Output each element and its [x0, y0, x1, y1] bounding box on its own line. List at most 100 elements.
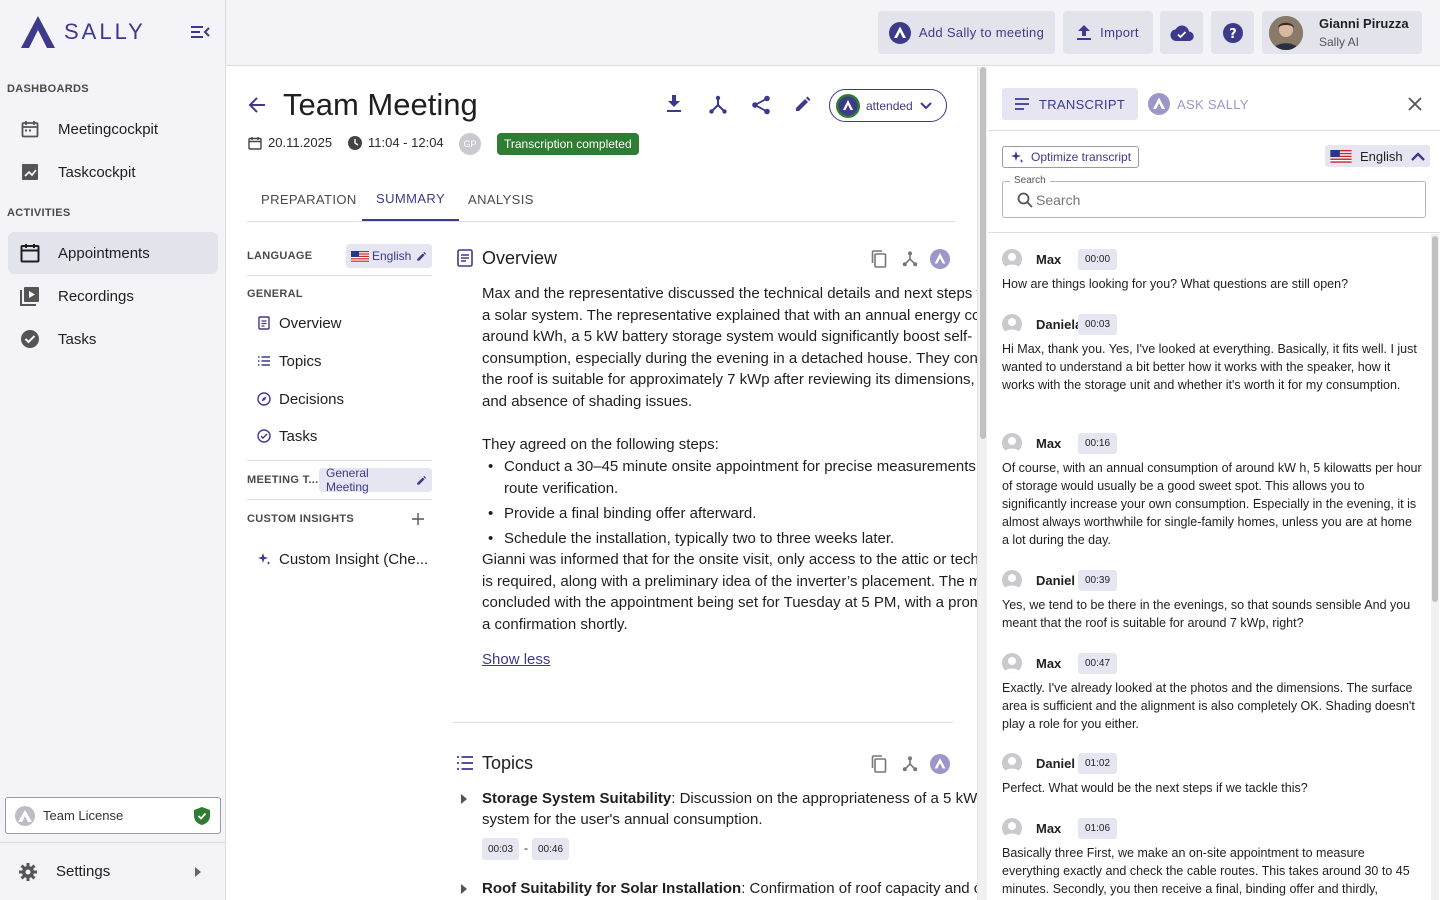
user-menu[interactable]: Gianni Piruzza Sally AI: [1262, 11, 1422, 54]
language-label: LANGUAGE: [247, 250, 313, 262]
scrollbar-thumb[interactable]: [1432, 236, 1438, 602]
scrollbar-thumb[interactable]: [980, 67, 986, 439]
list-item: Conduct a 30–45 minute onsite appointmen…: [488, 456, 977, 499]
compass-icon: [257, 392, 271, 406]
transcript-panel: TRANSCRIPT ASK SALLY Optimize transcript…: [988, 67, 1440, 900]
workflow-icon[interactable]: [902, 251, 918, 267]
logo[interactable]: SALLY: [18, 14, 146, 50]
timestamp-chip[interactable]: 01:06: [1078, 817, 1118, 839]
transcript-message: Max 00:00 How are things looking for you? …: [1002, 248, 1422, 293]
divider: [453, 722, 953, 723]
speaker-avatar: [1002, 314, 1022, 334]
sidebar-item-label: Meetingcockpit: [58, 120, 159, 138]
tab-analysis[interactable]: ANALYSIS: [454, 177, 548, 221]
overview-line: a solar system. The representative expla…: [482, 306, 977, 324]
help-button[interactable]: ?: [1211, 11, 1254, 54]
sidebar-item-label: Recordings: [58, 287, 134, 305]
check-circle-outline-icon: [257, 429, 271, 443]
sparkle-icon: [1010, 150, 1024, 164]
timestamp-chip[interactable]: 00:39: [1078, 569, 1118, 591]
timestamp-chip[interactable]: 00:16: [1078, 432, 1118, 454]
help-icon: ?: [1222, 22, 1243, 43]
transcript-message: Max 00:47 Exactly. I've already looked at …: [1002, 652, 1422, 733]
sidebar-item-appointments[interactable]: Appointments: [8, 232, 218, 274]
clock-icon: [348, 135, 362, 150]
download-icon[interactable]: [666, 95, 686, 115]
ask-sally-icon[interactable]: [930, 754, 950, 774]
topic-item: Storage System Suitability: Discussion o…: [482, 790, 977, 807]
meeting-type-label: MEETING T...: [247, 474, 319, 486]
transcript-scrollbar[interactable]: [1431, 234, 1439, 900]
workflow-icon[interactable]: [708, 95, 728, 115]
copy-icon[interactable]: [871, 755, 887, 773]
overview-line: concluded with the appointment being set…: [482, 594, 977, 612]
tab-transcript[interactable]: TRANSCRIPT: [1002, 88, 1139, 120]
timestamp-chip[interactable]: 00:03: [1078, 313, 1118, 335]
settings-item[interactable]: Settings: [0, 842, 225, 900]
sidebar-item-tasks[interactable]: Tasks: [8, 318, 218, 360]
sidebar-item-taskcockpit[interactable]: Taskcockpit: [8, 151, 218, 193]
sally-logo-icon: [1148, 93, 1170, 115]
summary-nav-topics[interactable]: Topics: [257, 346, 322, 376]
us-flag-icon: [351, 250, 369, 262]
chevron-right-icon[interactable]: [461, 884, 467, 894]
back-arrow-icon[interactable]: [248, 97, 266, 113]
speaker-name: Max: [1036, 655, 1062, 671]
meeting-type-chip-label: General Meeting: [326, 466, 369, 494]
chevron-right-icon: [195, 866, 201, 877]
show-less-link[interactable]: Show less: [482, 651, 550, 668]
close-icon[interactable]: [1408, 97, 1422, 111]
attendance-dropdown[interactable]: attended: [829, 89, 947, 122]
participant-avatar[interactable]: GP: [459, 133, 481, 155]
summary-nav-decisions[interactable]: Decisions: [257, 384, 344, 414]
chevron-right-icon[interactable]: [461, 794, 467, 804]
license-badge[interactable]: Team License: [5, 797, 221, 834]
workflow-icon[interactable]: [902, 756, 918, 772]
search-input[interactable]: [1036, 192, 1416, 208]
timestamp-chip[interactable]: 00:46: [532, 838, 570, 860]
tab-preparation[interactable]: PREPARATION: [247, 177, 371, 221]
search-field[interactable]: [1002, 181, 1426, 218]
meeting-type-chip[interactable]: General Meeting: [319, 466, 432, 494]
main-scrollbar[interactable]: [977, 67, 987, 900]
timestamp-chip[interactable]: 01:02: [1078, 752, 1118, 774]
cloud-sync-button[interactable]: [1160, 11, 1203, 54]
edit-icon[interactable]: [794, 95, 814, 115]
copy-icon[interactable]: [871, 250, 887, 268]
speaker-avatar: [1002, 249, 1022, 269]
summary-nav-label: Overview: [279, 314, 342, 332]
tab-summary[interactable]: SUMMARY: [362, 177, 460, 221]
video-library-icon: [20, 286, 40, 306]
tab-ask-sally[interactable]: ASK SALLY: [1135, 88, 1262, 120]
calendar-icon: [248, 136, 262, 150]
language-chip[interactable]: English: [346, 244, 432, 268]
optimize-transcript-button[interactable]: Optimize transcript: [1002, 146, 1140, 168]
timestamp-chip[interactable]: 00:00: [1078, 248, 1118, 270]
summary-nav-tasks[interactable]: Tasks: [257, 421, 317, 451]
message-text: Yes, we tend to be there in the evenings…: [1002, 598, 1411, 630]
topics-title: Topics: [482, 753, 534, 773]
add-icon[interactable]: [412, 513, 424, 525]
speaker-avatar: [1002, 818, 1022, 838]
collapse-menu-icon[interactable]: [188, 22, 212, 42]
speaker-name: Daniela: [1036, 316, 1083, 332]
share-icon[interactable]: [751, 95, 771, 115]
add-sally-button[interactable]: Add Sally to meeting: [878, 11, 1055, 54]
transcript-language-select[interactable]: English: [1325, 145, 1430, 167]
sidebar-item-recordings[interactable]: Recordings: [8, 275, 218, 317]
chevron-down-icon: [920, 101, 932, 110]
list-icon: [456, 755, 474, 771]
check-circle-icon: [20, 329, 40, 349]
timestamp-chip[interactable]: 00:03: [482, 838, 520, 860]
dashboards-label: DASHBOARDS: [7, 83, 89, 95]
timestamp-chip[interactable]: 00:47: [1078, 652, 1118, 674]
speaker-avatar: [1002, 570, 1022, 590]
summary-nav-overview[interactable]: Overview: [257, 308, 342, 338]
speaker-name: Max: [1036, 820, 1062, 836]
overview-closing: Gianni was informed that for the onsite …: [482, 549, 977, 635]
summary-nav-custom-insight[interactable]: Custom Insight (Che...: [257, 544, 428, 574]
sidebar-item-meetingcockpit[interactable]: Meetingcockpit: [8, 108, 218, 150]
import-button[interactable]: Import: [1063, 11, 1153, 54]
ask-sally-icon[interactable]: [930, 249, 950, 269]
search-icon: [1017, 192, 1033, 208]
